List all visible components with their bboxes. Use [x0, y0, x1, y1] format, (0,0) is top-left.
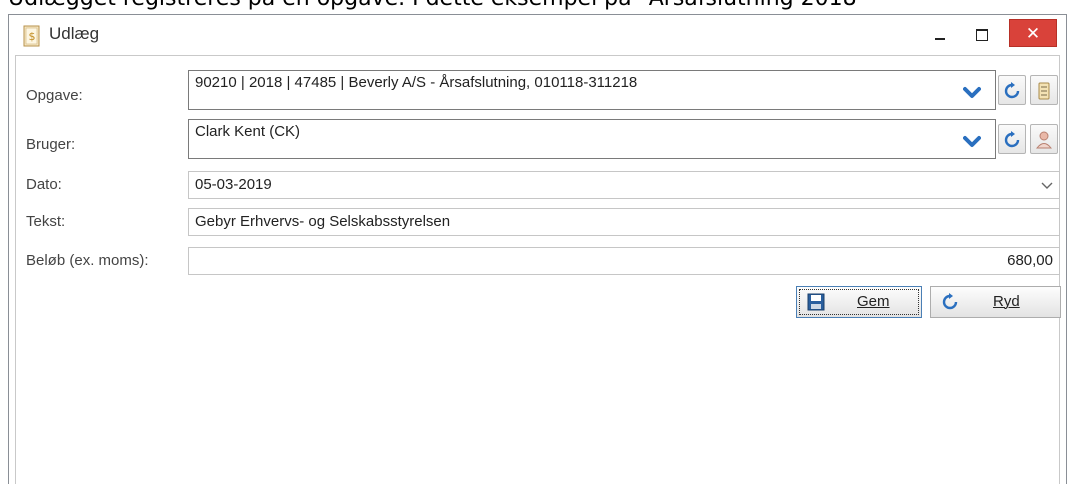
- window-title: Udlæg: [49, 24, 100, 43]
- maximize-button[interactable]: [969, 21, 995, 47]
- bruger-value: Clark Kent (CK): [195, 123, 301, 140]
- save-button-label: Gem: [857, 293, 890, 310]
- form-panel: Opgave: 90210 | 2018 | 47485 | Beverly A…: [15, 55, 1061, 484]
- refresh-icon: [942, 293, 958, 310]
- belob-field[interactable]: 680,00: [188, 247, 1060, 275]
- clear-button-label: Ryd: [993, 293, 1020, 310]
- opgave-value: 90210 | 2018 | 47485 | Beverly A/S - Års…: [195, 74, 638, 91]
- chevron-down-icon[interactable]: [963, 134, 981, 150]
- task-list-icon: [1038, 82, 1050, 100]
- dato-value: 05-03-2019: [195, 176, 272, 193]
- user-icon: [1036, 131, 1052, 149]
- refresh-icon: [1004, 131, 1020, 148]
- chevron-down-icon[interactable]: [963, 85, 981, 101]
- refresh-opgave-button[interactable]: [998, 75, 1026, 105]
- title-bar: $ Udlæg ✕: [9, 15, 1066, 55]
- user-button[interactable]: [1030, 124, 1058, 154]
- tekst-label: Tekst:: [26, 213, 66, 230]
- belob-value: 680,00: [1007, 252, 1053, 269]
- belob-label: Beløb (ex. moms):: [26, 252, 149, 269]
- opgave-label: Opgave:: [26, 87, 83, 104]
- task-list-button[interactable]: [1030, 75, 1058, 105]
- page-caption: Udlægget registreres på en opgave. I det…: [8, 0, 867, 11]
- dato-label: Dato:: [26, 176, 62, 193]
- opgave-field[interactable]: 90210 | 2018 | 47485 | Beverly A/S - Års…: [188, 70, 996, 110]
- save-disk-icon: [807, 293, 825, 311]
- close-icon: ✕: [1025, 24, 1041, 43]
- refresh-icon: [1004, 82, 1020, 99]
- bruger-field[interactable]: Clark Kent (CK): [188, 119, 996, 159]
- save-button[interactable]: Gem: [796, 286, 922, 318]
- bruger-label: Bruger:: [26, 136, 76, 153]
- minimize-button[interactable]: [927, 21, 953, 47]
- tekst-field[interactable]: Gebyr Erhvervs- og Selskabsstyrelsen: [188, 208, 1060, 236]
- tekst-value: Gebyr Erhvervs- og Selskabsstyrelsen: [195, 213, 451, 230]
- dato-field[interactable]: 05-03-2019: [188, 171, 1060, 199]
- close-button[interactable]: ✕: [1009, 19, 1057, 47]
- svg-text:$: $: [29, 30, 36, 43]
- clear-button[interactable]: Ryd: [930, 286, 1061, 318]
- refresh-bruger-button[interactable]: [998, 124, 1026, 154]
- chevron-down-icon[interactable]: [1035, 172, 1059, 198]
- document-dollar-icon: $: [23, 25, 40, 47]
- udlaeg-window: $ Udlæg ✕ Opgave: 90210 | 2018 | 47485 |…: [8, 14, 1067, 484]
